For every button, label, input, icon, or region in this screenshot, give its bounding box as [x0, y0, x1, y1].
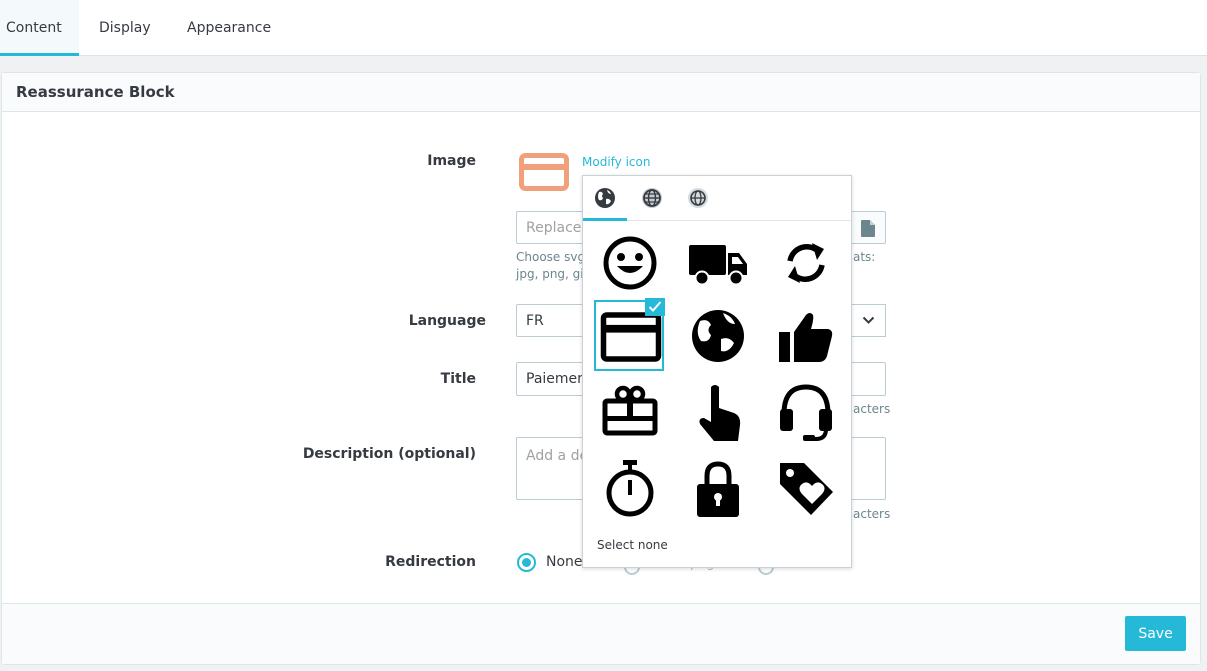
file-help-text-formats: jpg, png, gif [516, 267, 588, 281]
check-icon [648, 301, 662, 312]
file-icon [861, 220, 875, 237]
title-label: Title [440, 371, 476, 387]
page-tabs: Content Display Appearance [0, 0, 1207, 56]
credit-card-icon-option[interactable] [594, 298, 665, 371]
select-none-link[interactable]: Select none [597, 538, 668, 552]
icon-picker-tabs [583, 176, 851, 221]
description-char-counter: acters [853, 507, 891, 521]
smiley-icon-option[interactable] [596, 229, 664, 297]
globe-outline-icon [642, 188, 662, 208]
refresh-icon-option[interactable] [772, 229, 840, 297]
selected-check-badge [645, 298, 665, 316]
icon-set-tab-3[interactable] [676, 176, 720, 221]
globe-icon-option[interactable] [684, 302, 752, 370]
padlock-icon-option[interactable] [684, 454, 752, 522]
redirection-none-radio[interactable] [517, 553, 536, 572]
globe-line-icon [688, 188, 708, 208]
tab-display[interactable]: Display [99, 0, 151, 56]
browse-file-button[interactable] [852, 211, 886, 244]
title-value: Paiemen [526, 371, 587, 387]
gift-card-icon-option[interactable] [596, 377, 664, 445]
thumbs-up-icon-option[interactable] [772, 302, 840, 370]
redirection-none-label: None [546, 554, 583, 570]
gift-card-icon [602, 385, 658, 436]
stopwatch-icon [606, 460, 654, 517]
tap-finger-icon-option[interactable] [684, 377, 752, 445]
file-help-text: Choose svg [516, 250, 586, 264]
language-dropdown-toggle[interactable] [852, 304, 886, 337]
headset-icon [780, 384, 832, 441]
globe-filled-icon [595, 188, 615, 208]
heart-tag-icon [780, 463, 833, 515]
icon-set-tab-2[interactable] [630, 176, 674, 221]
image-label: Image [427, 153, 476, 169]
language-label: Language [408, 313, 486, 329]
description-placeholder: Add a de [526, 448, 589, 464]
redirection-label: Redirection [385, 554, 476, 570]
tab-content[interactable]: Content [0, 0, 79, 56]
title-char-counter: acters [853, 402, 891, 416]
card-title: Reassurance Block [2, 73, 1200, 112]
save-button[interactable]: Save [1125, 616, 1186, 651]
tab-appearance[interactable]: Appearance [187, 0, 271, 56]
description-label: Description (optional) [302, 446, 476, 462]
truck-icon-option[interactable] [684, 229, 752, 297]
language-value: FR [526, 313, 544, 329]
globe-icon [692, 310, 744, 362]
padlock-icon [697, 461, 739, 517]
heart-tag-icon-option[interactable] [772, 454, 840, 522]
icon-set-tab-1[interactable] [583, 176, 627, 221]
chevron-down-icon [862, 316, 875, 324]
card-footer: Save [2, 603, 1200, 664]
file-input-placeholder: Replace [526, 220, 582, 236]
tap-finger-icon [699, 385, 741, 441]
thumbs-up-icon [779, 313, 833, 362]
truck-icon [689, 245, 747, 286]
file-help-text-right: ats: [853, 250, 876, 264]
modify-icon-link[interactable]: Modify icon [582, 155, 650, 169]
headset-icon-option[interactable] [772, 377, 840, 445]
stopwatch-icon-option[interactable] [596, 454, 664, 522]
refresh-icon [787, 243, 825, 283]
credit-card-preview-icon [519, 153, 569, 195]
smiley-icon [603, 236, 657, 290]
icon-picker-popover: Select none [582, 175, 852, 568]
